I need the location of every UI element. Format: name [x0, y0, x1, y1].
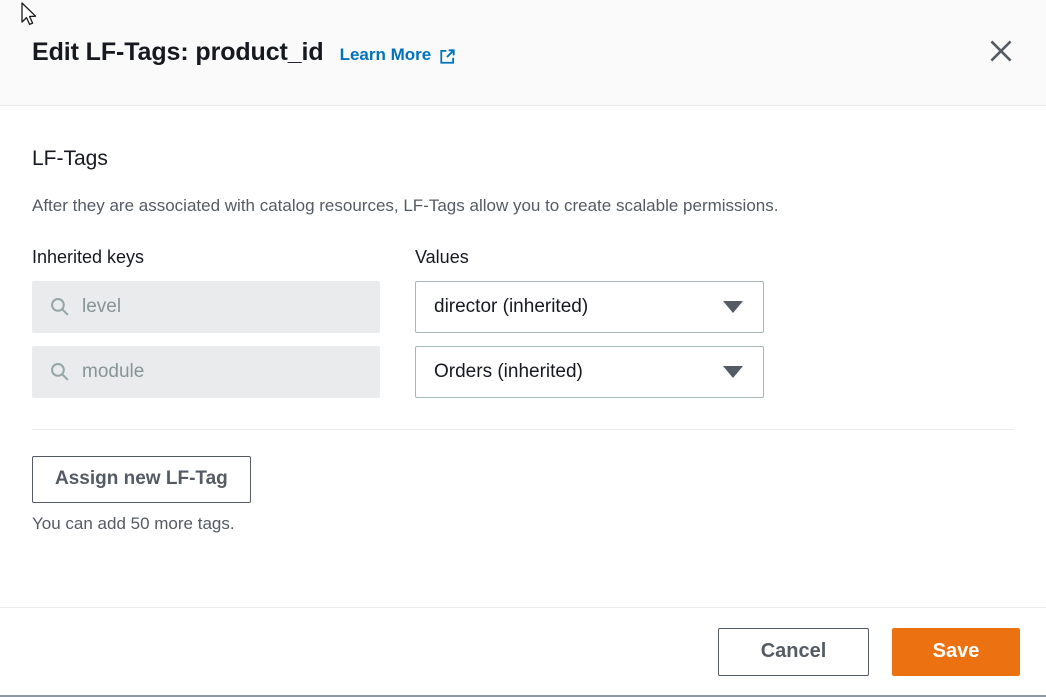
assign-new-lf-tag-button[interactable]: Assign new LF-Tag [32, 456, 251, 503]
section-title: LF-Tags [32, 146, 1014, 171]
learn-more-link[interactable]: Learn More [340, 45, 458, 64]
chevron-down-icon [723, 301, 743, 313]
column-header-inherited-keys: Inherited keys [32, 247, 415, 269]
page-title: Edit LF-Tags: product_id [32, 40, 324, 65]
section-divider [32, 429, 1014, 430]
add-tags-note: You can add 50 more tags. [32, 514, 1014, 534]
column-headers: Inherited keys Values [32, 247, 1014, 269]
key-input-text: module [82, 362, 144, 381]
close-button[interactable] [984, 36, 1018, 70]
save-button[interactable]: Save [892, 628, 1020, 676]
external-link-icon [438, 47, 457, 66]
search-icon [49, 361, 70, 382]
key-input-level: level [32, 281, 380, 333]
edit-lf-tags-modal: Edit LF-Tags: product_id Learn More LF-T [0, 0, 1046, 697]
key-input-text: level [82, 297, 121, 316]
value-dropdown-module[interactable]: Orders (inherited) [415, 346, 764, 398]
value-dropdown-text: director (inherited) [434, 297, 588, 316]
search-icon [49, 296, 70, 317]
value-dropdown-text: Orders (inherited) [434, 362, 583, 381]
lf-tag-row: module Orders (inherited) [32, 346, 1014, 398]
section-description: After they are associated with catalog r… [32, 195, 1014, 217]
value-dropdown-level[interactable]: director (inherited) [415, 281, 764, 333]
column-header-values: Values [415, 247, 765, 269]
close-icon [988, 38, 1014, 67]
chevron-down-icon [723, 366, 743, 378]
lf-tag-row: level director (inherited) [32, 281, 1014, 333]
modal-body: LF-Tags After they are associated with c… [0, 106, 1046, 607]
lf-tags-grid: Inherited keys Values level director (in… [32, 247, 1014, 398]
key-input-module: module [32, 346, 380, 398]
learn-more-label: Learn More [340, 46, 432, 63]
cancel-button[interactable]: Cancel [718, 628, 869, 676]
modal-header: Edit LF-Tags: product_id Learn More [0, 0, 1046, 106]
modal-footer: Cancel Save [0, 607, 1046, 695]
modal-header-left: Edit LF-Tags: product_id Learn More [32, 40, 457, 65]
